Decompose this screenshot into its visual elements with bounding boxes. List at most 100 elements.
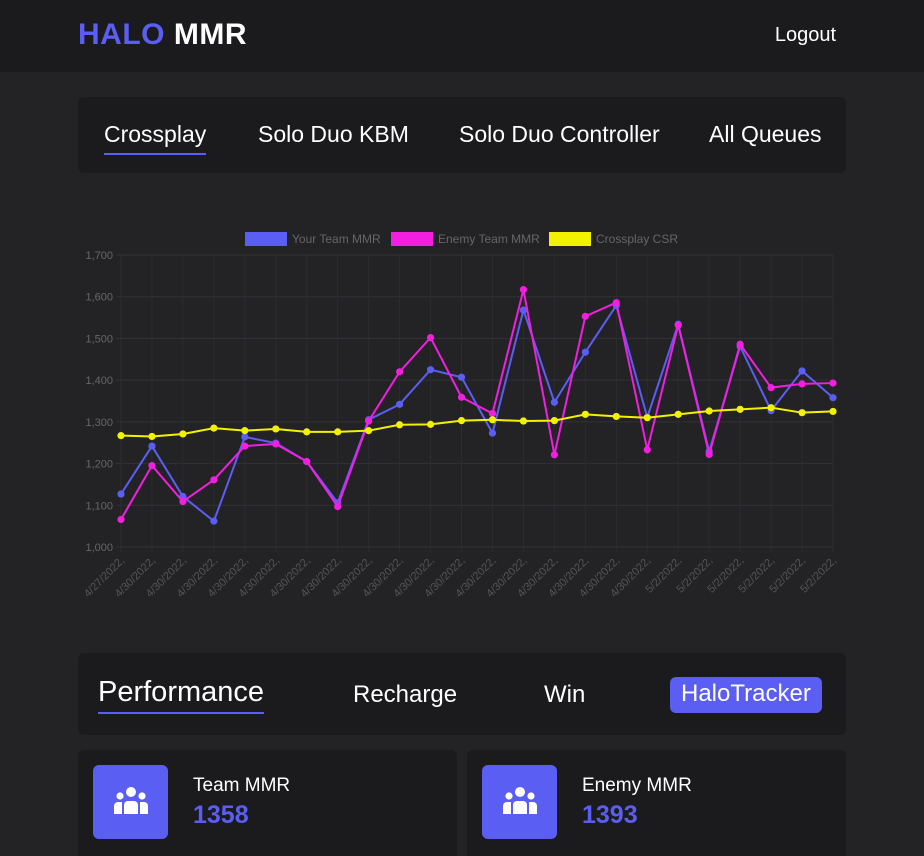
top-header: HALO MMR Logout (0, 0, 924, 72)
enemy-mmr-card: Enemy MMR 1393 (467, 750, 846, 856)
data-point (210, 517, 218, 525)
data-point (117, 515, 125, 524)
data-point (674, 321, 682, 329)
data-point (736, 340, 744, 348)
tab-solo-duo-controller[interactable]: Solo Duo Controller (459, 121, 660, 153)
data-point (457, 417, 466, 425)
y-tick-label: 1,100 (85, 500, 113, 512)
enemy-mmr-value: 1393 (582, 801, 638, 829)
users-icon (114, 787, 148, 814)
data-point (210, 476, 218, 484)
data-point (829, 407, 837, 416)
data-point (798, 409, 806, 417)
series-line (120, 303, 834, 523)
data-point (303, 457, 311, 466)
queue-tabs: Crossplay Solo Duo KBM Solo Duo Controll… (78, 97, 846, 173)
tab-crossplay[interactable]: Crossplay (104, 121, 207, 155)
data-point (365, 427, 373, 435)
data-point (334, 502, 342, 511)
data-point (426, 366, 435, 374)
y-tick-label: 1,300 (85, 417, 113, 429)
data-point (550, 451, 558, 459)
data-point (179, 430, 187, 438)
data-point (612, 412, 620, 421)
data-point (365, 417, 373, 425)
data-point (396, 368, 404, 376)
performance-tabs: Performance Recharge Win HaloTracker (78, 653, 846, 735)
data-point (272, 425, 280, 433)
team-mmr-label: Team MMR (193, 775, 291, 796)
data-point (550, 398, 558, 406)
tab-solo-duo-kbm[interactable]: Solo Duo KBM (258, 121, 409, 153)
legend-label: Crossplay CSR (596, 232, 678, 246)
data-point (148, 442, 156, 450)
users-icon (503, 787, 537, 814)
tab-win[interactable]: Win (544, 681, 585, 709)
data-point (179, 497, 187, 506)
data-point (117, 432, 125, 440)
data-point (426, 333, 435, 342)
data-point (241, 442, 249, 450)
brand-mmr-text: MMR (173, 18, 247, 51)
data-point (550, 417, 558, 425)
legend-label: Enemy Team MMR (438, 232, 540, 246)
y-tick-label: 1,000 (85, 542, 113, 554)
brand-halo-text: HALO (78, 18, 165, 51)
y-tick-label: 1,600 (85, 292, 113, 304)
data-point (334, 428, 342, 436)
data-point (241, 427, 249, 435)
data-point (241, 433, 249, 441)
tab-recharge[interactable]: Recharge (353, 681, 457, 709)
data-point (674, 410, 682, 418)
y-tick-label: 1,200 (85, 459, 113, 471)
y-tick-label: 1,700 (85, 250, 113, 262)
enemy-mmr-label: Enemy MMR (582, 775, 692, 796)
brand-logo[interactable]: HALO MMR (78, 18, 247, 52)
data-point (829, 379, 837, 387)
data-point (581, 348, 589, 356)
team-mmr-value: 1358 (193, 801, 249, 829)
legend-swatch (549, 232, 591, 246)
data-point (272, 440, 280, 448)
data-point (519, 286, 528, 294)
data-point (767, 384, 775, 392)
logout-link[interactable]: Logout (775, 24, 836, 47)
data-point (767, 404, 775, 412)
data-point (148, 462, 156, 470)
data-point (488, 429, 497, 437)
legend-label: Your Team MMR (292, 232, 381, 246)
team-icon-box (93, 765, 168, 839)
data-point (396, 400, 404, 408)
legend-swatch (391, 232, 433, 246)
y-tick-label: 1,400 (85, 375, 113, 387)
data-point (798, 367, 806, 375)
tab-all-queues[interactable]: All Queues (709, 121, 822, 153)
data-point (612, 298, 620, 307)
data-point (117, 490, 125, 498)
data-point (798, 380, 806, 388)
data-point (581, 410, 589, 418)
data-point (643, 414, 651, 422)
data-point (303, 428, 311, 436)
mmr-chart-svg: 1,000 1,100 1,200 1,300 1,400 1,500 1,600 1,700… (82, 232, 839, 600)
data-point (829, 394, 837, 402)
data-point (488, 416, 497, 424)
data-point (581, 312, 589, 320)
tab-performance[interactable]: Performance (98, 676, 265, 714)
data-point (736, 405, 744, 413)
data-point (210, 424, 218, 432)
tab-halotracker[interactable]: HaloTracker (670, 677, 822, 713)
data-point (426, 420, 435, 428)
enemy-icon-box (482, 765, 557, 839)
legend-swatch (245, 232, 287, 246)
data-point (519, 417, 528, 425)
y-tick-label: 1,500 (85, 333, 113, 345)
data-point (643, 446, 651, 454)
data-point (457, 393, 466, 401)
data-point (488, 409, 497, 418)
mmr-chart: 1,000 1,100 1,200 1,300 1,400 1,500 1,600 1,700… (78, 222, 846, 612)
data-point (148, 432, 156, 441)
team-mmr-card: Team MMR 1358 (78, 750, 457, 856)
data-point (705, 407, 713, 415)
data-point (705, 450, 713, 458)
